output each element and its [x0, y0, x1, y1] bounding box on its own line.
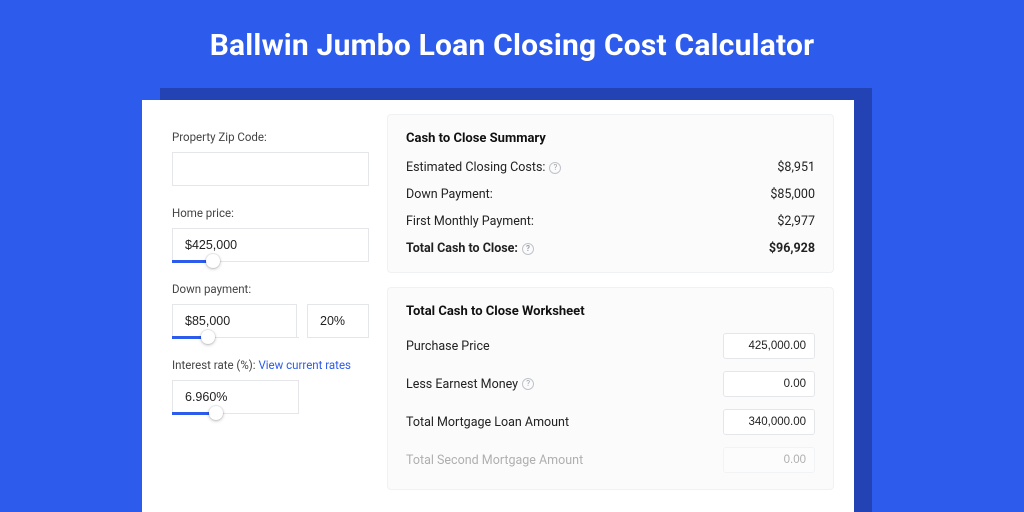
- summary-total-label: Total Cash to Close:: [406, 241, 518, 256]
- zip-input[interactable]: [172, 152, 369, 186]
- summary-total-row: Total Cash to Close: ? $96,928: [406, 241, 815, 256]
- interest-label: Interest rate (%): View current rates: [172, 358, 369, 372]
- summary-total-value: $96,928: [769, 241, 815, 256]
- help-icon[interactable]: ?: [522, 378, 534, 390]
- home-price-label: Home price:: [172, 206, 369, 220]
- worksheet-row: Total Mortgage Loan Amount: [406, 409, 815, 435]
- help-icon[interactable]: ?: [549, 162, 561, 174]
- worksheet-row-label: Less Earnest Money: [406, 377, 518, 392]
- page-title: Ballwin Jumbo Loan Closing Cost Calculat…: [0, 0, 1024, 81]
- interest-input[interactable]: [172, 380, 299, 414]
- purchase-price-input[interactable]: [723, 333, 815, 359]
- summary-row-label: Down Payment:: [406, 187, 493, 202]
- interest-slider[interactable]: [172, 413, 299, 414]
- help-icon[interactable]: ?: [522, 243, 534, 255]
- summary-row-value: $85,000: [770, 187, 815, 202]
- worksheet-row-label: Purchase Price: [406, 339, 490, 354]
- down-payment-slider[interactable]: [172, 337, 299, 338]
- input-column: Property Zip Code: Home price: Down paym…: [142, 100, 387, 512]
- earnest-money-input[interactable]: [723, 371, 815, 397]
- summary-panel: Cash to Close Summary Estimated Closing …: [387, 114, 834, 273]
- worksheet-row-label: Total Second Mortgage Amount: [406, 453, 583, 468]
- summary-row-label: First Monthly Payment:: [406, 214, 534, 229]
- down-payment-group: Down payment:: [172, 282, 369, 338]
- second-mortgage-input[interactable]: [723, 447, 815, 473]
- down-payment-label: Down payment:: [172, 282, 369, 296]
- zip-label: Property Zip Code:: [172, 130, 369, 144]
- view-rates-link[interactable]: View current rates: [258, 358, 351, 372]
- summary-heading: Cash to Close Summary: [406, 131, 815, 146]
- down-payment-input[interactable]: [172, 304, 297, 338]
- interest-group: Interest rate (%): View current rates: [172, 358, 369, 414]
- summary-row: Estimated Closing Costs: ? $8,951: [406, 160, 815, 175]
- worksheet-heading: Total Cash to Close Worksheet: [406, 304, 815, 319]
- interest-label-text: Interest rate (%):: [172, 358, 256, 372]
- summary-row-value: $8,951: [777, 160, 815, 175]
- zip-group: Property Zip Code:: [172, 130, 369, 186]
- home-price-input[interactable]: [172, 228, 369, 262]
- slider-knob[interactable]: [206, 254, 220, 268]
- summary-row: First Monthly Payment: $2,977: [406, 214, 815, 229]
- worksheet-row: Total Second Mortgage Amount: [406, 447, 815, 473]
- home-price-group: Home price:: [172, 206, 369, 262]
- worksheet-row: Purchase Price: [406, 333, 815, 359]
- home-price-slider[interactable]: [172, 261, 369, 262]
- mortgage-amount-input[interactable]: [723, 409, 815, 435]
- slider-knob[interactable]: [209, 406, 223, 420]
- summary-row: Down Payment: $85,000: [406, 187, 815, 202]
- down-payment-pct-input[interactable]: [307, 304, 369, 338]
- summary-row-value: $2,977: [777, 214, 815, 229]
- summary-row-label: Estimated Closing Costs:: [406, 160, 545, 175]
- results-column: Cash to Close Summary Estimated Closing …: [387, 100, 854, 512]
- worksheet-panel: Total Cash to Close Worksheet Purchase P…: [387, 287, 834, 490]
- worksheet-row: Less Earnest Money ?: [406, 371, 815, 397]
- slider-knob[interactable]: [201, 330, 215, 344]
- calculator-card: Property Zip Code: Home price: Down paym…: [142, 100, 854, 512]
- worksheet-row-label: Total Mortgage Loan Amount: [406, 415, 569, 430]
